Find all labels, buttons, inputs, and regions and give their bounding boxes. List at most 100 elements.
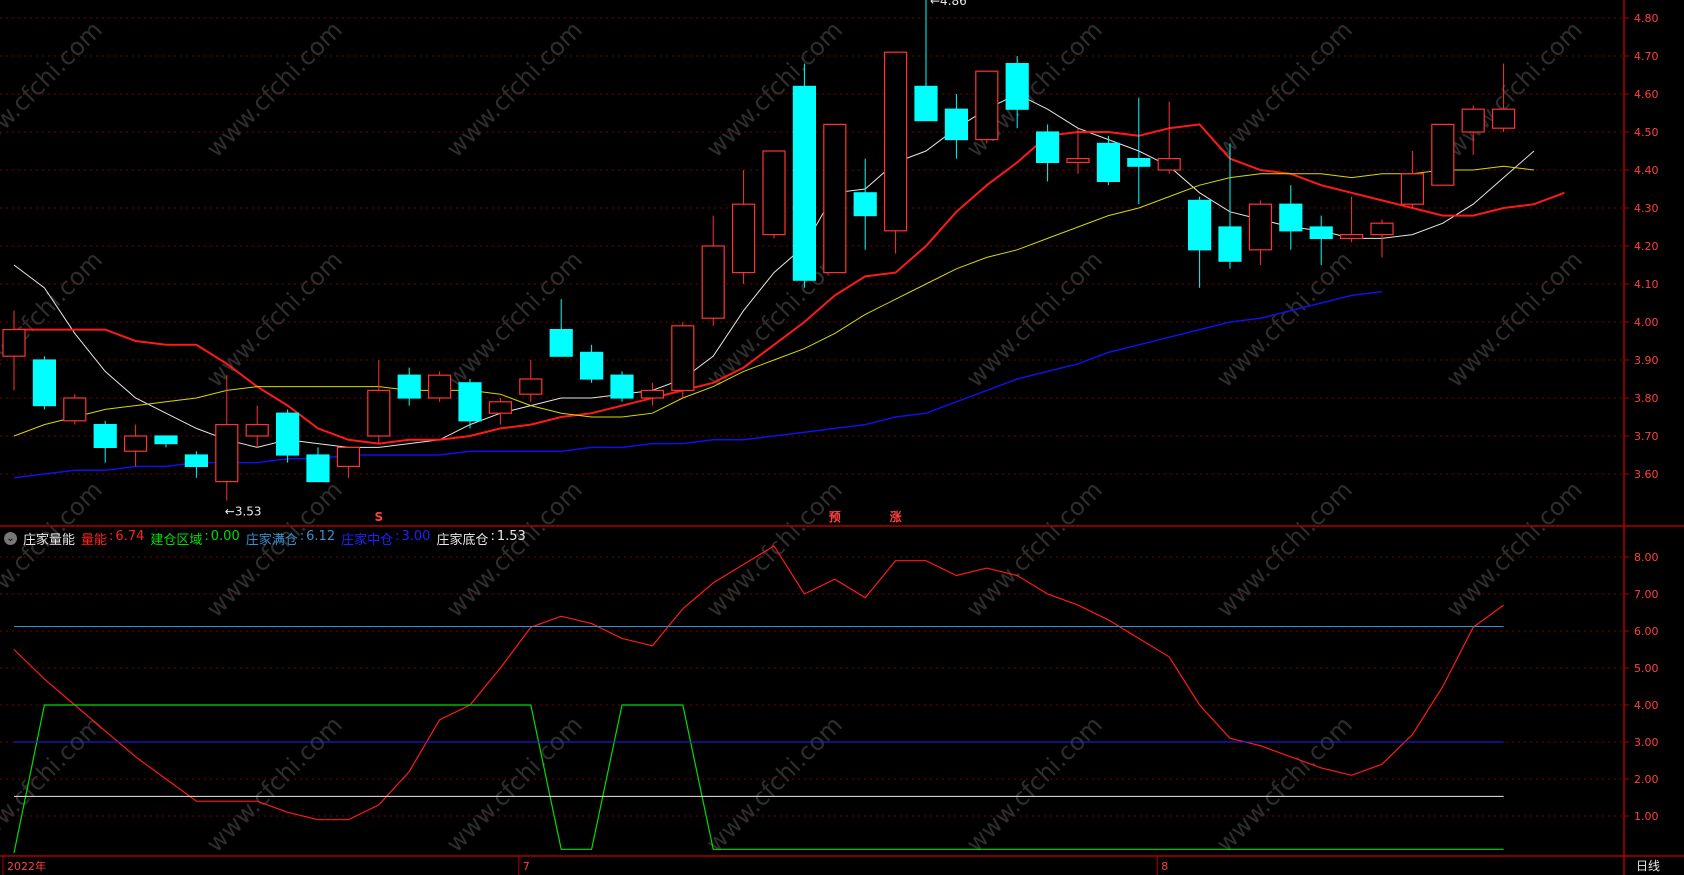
collapse-indicator-icon[interactable]: ⌄ (4, 531, 17, 545)
watermark-text: www.cfchi.com (441, 246, 588, 393)
stock-chart[interactable]: www.cfchi.com www.cfchi.com www.cfchi.com w… (0, 0, 1684, 875)
indicator-tick-label: 4.00 (1634, 699, 1659, 712)
candle-down (32, 359, 57, 407)
candle-up (640, 389, 665, 399)
candle-up (63, 397, 87, 422)
price-tick-label: 3.90 (1634, 354, 1659, 367)
signal-marker: 预 (829, 510, 841, 524)
watermark-text: www.cfchi.com (441, 711, 588, 858)
candle-up (1461, 108, 1485, 133)
candle-down (610, 374, 634, 399)
watermark-text: www.cfchi.com (1211, 711, 1358, 858)
candle-up (123, 435, 148, 452)
signal-marker: 涨 (890, 509, 902, 524)
candle-down (1279, 203, 1303, 232)
candle-down (1035, 131, 1060, 163)
legend-item-build-zone: 建仓区域:0.00 (150, 528, 240, 548)
indicator-tick-label: 8.00 (1634, 551, 1659, 564)
candle-down (276, 412, 300, 456)
indicator-axis: 8.00 7.00 6.00 5.00 4.00 3.00 2.00 1.00 (1624, 551, 1659, 823)
candle-up (671, 325, 695, 391)
candle-down (853, 192, 877, 217)
candle-up (245, 424, 269, 437)
price-tick-label: 4.50 (1634, 126, 1659, 139)
candle-down (1218, 226, 1242, 262)
candle-up (701, 245, 725, 319)
indicator-tick-label: 6.00 (1634, 625, 1659, 638)
watermark-text: www.cfchi.com (961, 711, 1108, 858)
indicator-tick-label: 5.00 (1634, 662, 1659, 675)
price-axis: 4.80 4.70 4.60 4.50 4.40 4.30 4.20 4.10 4.00 3.90… (1624, 12, 1659, 481)
indicator-tick-label: 2.00 (1634, 773, 1659, 786)
moving-average-line (13, 93, 1535, 448)
candle-down (792, 85, 817, 281)
candle-down (914, 85, 938, 122)
watermark-text: www.cfchi.com (701, 711, 848, 858)
watermark-text: www.cfchi.com (441, 16, 588, 163)
candle-down (1005, 62, 1029, 110)
candle-up (1066, 158, 1090, 164)
candle-down (458, 382, 482, 422)
price-tick-label: 4.00 (1634, 316, 1659, 329)
legend-item-full-position: 庄家满仓:6.12 (245, 528, 336, 548)
candle-down (944, 108, 969, 141)
watermark-text: www.cfchi.com (201, 711, 348, 858)
candle-up (215, 424, 239, 483)
candle-up (823, 123, 847, 274)
watermark-text: www.cfchi.com (1441, 476, 1588, 623)
candle-down (397, 374, 421, 399)
candle-down (579, 351, 604, 380)
candle-up (367, 389, 391, 437)
indicator-legend: ⌄ 庄家量能 量能:6.74 建仓区域:0.00 庄家满仓:6.12 庄家中仓:… (4, 526, 526, 550)
candle-up (2, 329, 26, 357)
price-tick-label: 4.80 (1634, 12, 1659, 25)
indicator-tick-label: 1.00 (1634, 810, 1659, 823)
indicator-name: 庄家量能 (23, 532, 76, 548)
candle-down (1127, 158, 1151, 167)
legend-item-mid-position: 庄家中仓:3.00 (341, 528, 431, 548)
time-tick-label: 2022年 (7, 859, 46, 873)
watermark-text: www.cfchi.com (1211, 476, 1358, 623)
candle-up (1248, 203, 1273, 251)
price-tick-label: 3.70 (1634, 430, 1659, 443)
watermark-text: www.cfchi.com (1441, 16, 1588, 163)
watermark-text: www.cfchi.com (961, 476, 1108, 623)
legend-item-base-position: 庄家底仓:1.53 (436, 528, 526, 548)
watermark-text: www.cfchi.com (0, 711, 108, 858)
watermark-text: www.cfchi.com (1441, 246, 1588, 393)
candle-down (306, 454, 330, 483)
high-price-label: ←4.86 (930, 0, 967, 8)
period-label: 日线 (1636, 859, 1660, 873)
candle-down (184, 454, 208, 467)
price-tick-label: 4.20 (1634, 240, 1659, 253)
time-tick-label: 7 (523, 860, 530, 873)
price-tick-label: 4.60 (1634, 88, 1659, 101)
watermark-text: www.cfchi.com (201, 246, 348, 393)
candle-up (731, 203, 756, 274)
candle-down (1096, 142, 1121, 182)
candle-up (1157, 158, 1181, 171)
watermark-text: www.cfchi.com (701, 476, 848, 623)
price-tick-label: 4.70 (1634, 50, 1659, 63)
candle-up (1370, 222, 1394, 236)
price-tick-label: 4.30 (1634, 202, 1659, 215)
watermark-text: www.cfchi.com (201, 16, 348, 163)
candle-up (1339, 234, 1364, 240)
candle-up (1400, 173, 1425, 205)
candle-down (93, 424, 117, 449)
candle-down (549, 329, 573, 357)
watermark-text: www.cfchi.com (1211, 246, 1358, 393)
signal-marker: S (374, 510, 383, 524)
low-price-label: ←3.53 (225, 505, 262, 519)
time-tick-label: 8 (1161, 860, 1168, 873)
price-tick-label: 4.10 (1634, 278, 1659, 291)
watermark-text: www.cfchi.com (1211, 16, 1358, 163)
indicator-tick-label: 3.00 (1634, 736, 1659, 749)
candle-up (428, 374, 452, 399)
candle-up (762, 150, 786, 236)
candle-up (336, 446, 360, 467)
price-tick-label: 3.80 (1634, 392, 1659, 405)
candle-up (488, 401, 512, 414)
candle-down (1309, 226, 1333, 239)
watermark-text: www.cfchi.com (961, 246, 1108, 393)
